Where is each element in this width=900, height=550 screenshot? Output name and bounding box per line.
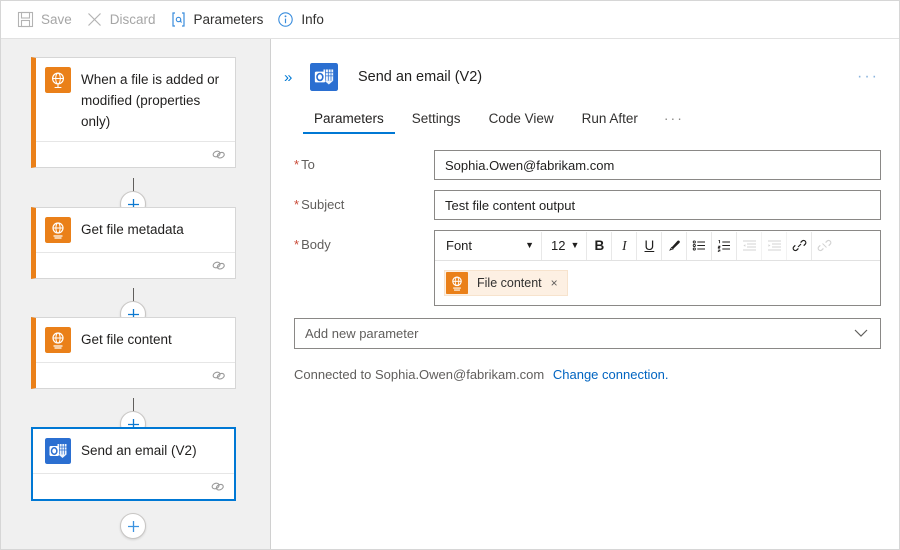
subject-input[interactable]: Test file content output (434, 190, 881, 220)
node-title: Get file metadata (81, 217, 184, 240)
decrease-indent-icon[interactable] (737, 232, 762, 260)
italic-glyph: I (622, 238, 627, 254)
save-icon (17, 11, 34, 28)
command-bar: Save Discard Parameters Info (1, 1, 899, 39)
node-header: Get file content (36, 318, 235, 362)
highlighter-pen-icon[interactable] (662, 232, 687, 260)
outlook-icon (310, 63, 338, 91)
chain-link-icon[interactable] (210, 479, 225, 494)
add-step-button-4[interactable] (120, 513, 146, 539)
to-label: *To (294, 150, 434, 172)
rich-text-toolbar: Font ▼ 12 ▼ B I U (435, 231, 880, 261)
parameters-at-icon (170, 11, 187, 28)
font-family-dropdown[interactable]: Font ▼ (437, 232, 542, 260)
font-family-value: Font (446, 238, 472, 253)
dynamic-content-token[interactable]: File content × (444, 270, 568, 296)
italic-icon[interactable]: I (612, 232, 637, 260)
workflow-node-get-file-content[interactable]: Get file content (31, 317, 236, 389)
sharepoint-action-icon (45, 217, 71, 243)
node-title: Get file content (81, 327, 172, 350)
info-circle-icon (277, 11, 294, 28)
discard-x-icon (86, 11, 103, 28)
workflow-node-get-file-metadata[interactable]: Get file metadata (31, 207, 236, 279)
parameters-label: Parameters (194, 12, 264, 27)
numbered-list-icon[interactable] (712, 232, 737, 260)
tabs-overflow-button[interactable]: ··· (652, 111, 694, 134)
required-asterisk: * (294, 237, 299, 252)
pane-title: Send an email (V2) (358, 69, 857, 85)
chain-link-icon[interactable] (211, 368, 226, 383)
pane-tabs: Parameters Settings Code View Run After … (272, 98, 899, 134)
bulleted-list-icon[interactable] (687, 232, 712, 260)
field-row-body: *Body Font ▼ 12 ▼ B I U (294, 230, 881, 306)
required-asterisk: * (294, 197, 299, 212)
save-label: Save (41, 12, 72, 27)
field-row-to: *To Sophia.Owen@fabrikam.com (294, 150, 881, 180)
pane-header: » Send an email (V2) ··· (272, 40, 899, 98)
node-header: Get file metadata (36, 208, 235, 252)
node-title: When a file is added or modified (proper… (81, 67, 225, 132)
add-new-parameter-dropdown[interactable]: Add new parameter (294, 318, 881, 349)
save-button[interactable]: Save (13, 5, 82, 35)
node-footer (36, 252, 235, 278)
node-header: Send an email (V2) (33, 429, 234, 473)
chain-link-icon[interactable] (211, 147, 226, 162)
bold-icon[interactable]: B (587, 232, 612, 260)
close-icon[interactable]: × (551, 277, 558, 289)
token-label: File content (477, 276, 542, 290)
increase-indent-icon[interactable] (762, 232, 787, 260)
discard-button[interactable]: Discard (82, 5, 166, 35)
parameters-button[interactable]: Parameters (166, 5, 274, 35)
outlook-icon (45, 438, 71, 464)
to-input[interactable]: Sophia.Owen@fabrikam.com (434, 150, 881, 180)
workflow-node-trigger[interactable]: When a file is added or modified (proper… (31, 57, 236, 168)
chevron-down-icon: ▼ (570, 241, 579, 250)
remove-link-icon[interactable] (812, 232, 837, 260)
tab-settings[interactable]: Settings (398, 111, 475, 134)
body-label: *Body (294, 230, 434, 252)
font-size-dropdown[interactable]: 12 ▼ (542, 232, 587, 260)
pane-more-button[interactable]: ··· (857, 69, 883, 85)
required-asterisk: * (294, 157, 299, 172)
body-content-area[interactable]: File content × (435, 261, 880, 305)
subject-label: *Subject (294, 190, 434, 212)
insert-link-icon[interactable] (787, 232, 812, 260)
node-footer (36, 362, 235, 388)
underline-icon[interactable]: U (637, 232, 662, 260)
sharepoint-action-icon (446, 272, 468, 294)
connected-account: Sophia.Owen@fabrikam.com (375, 367, 544, 382)
double-chevron-right-icon[interactable]: » (284, 70, 310, 85)
underline-glyph: U (645, 238, 655, 253)
change-connection-link[interactable]: Change connection. (553, 367, 669, 382)
font-size-value: 12 (551, 238, 565, 253)
add-new-parameter-label: Add new parameter (305, 326, 418, 341)
tab-parameters[interactable]: Parameters (300, 111, 398, 134)
tab-run-after[interactable]: Run After (568, 111, 652, 134)
workflow-node-send-an-email[interactable]: Send an email (V2) (31, 427, 236, 501)
chain-link-icon[interactable] (211, 258, 226, 273)
node-header: When a file is added or modified (proper… (36, 58, 235, 141)
node-title: Send an email (V2) (81, 438, 197, 461)
action-details-pane: » Send an email (V2) ··· Parameters Sett… (272, 40, 899, 549)
bold-glyph: B (595, 238, 605, 253)
connector-4 (120, 507, 148, 537)
info-button[interactable]: Info (273, 5, 334, 35)
sharepoint-action-icon (45, 327, 71, 353)
chevron-down-icon: ▼ (525, 241, 534, 250)
workflow-canvas[interactable]: When a file is added or modified (proper… (1, 39, 271, 549)
discard-label: Discard (110, 12, 156, 27)
field-row-subject: *Subject Test file content output (294, 190, 881, 220)
parameters-form: *To Sophia.Owen@fabrikam.com *Subject Te… (272, 134, 899, 306)
tab-code-view[interactable]: Code View (475, 111, 568, 134)
logic-app-designer-window: Save Discard Parameters Info (0, 0, 900, 550)
node-footer (36, 141, 235, 167)
chevron-down-icon (854, 329, 868, 338)
connected-to-label: Connected to (294, 367, 371, 382)
body-rich-text-editor[interactable]: Font ▼ 12 ▼ B I U (434, 230, 881, 306)
plus-icon (127, 520, 140, 533)
info-label: Info (301, 12, 324, 27)
sharepoint-trigger-icon (45, 67, 71, 93)
connection-status: Connected to Sophia.Owen@fabrikam.com Ch… (294, 367, 899, 382)
node-footer (33, 473, 234, 499)
